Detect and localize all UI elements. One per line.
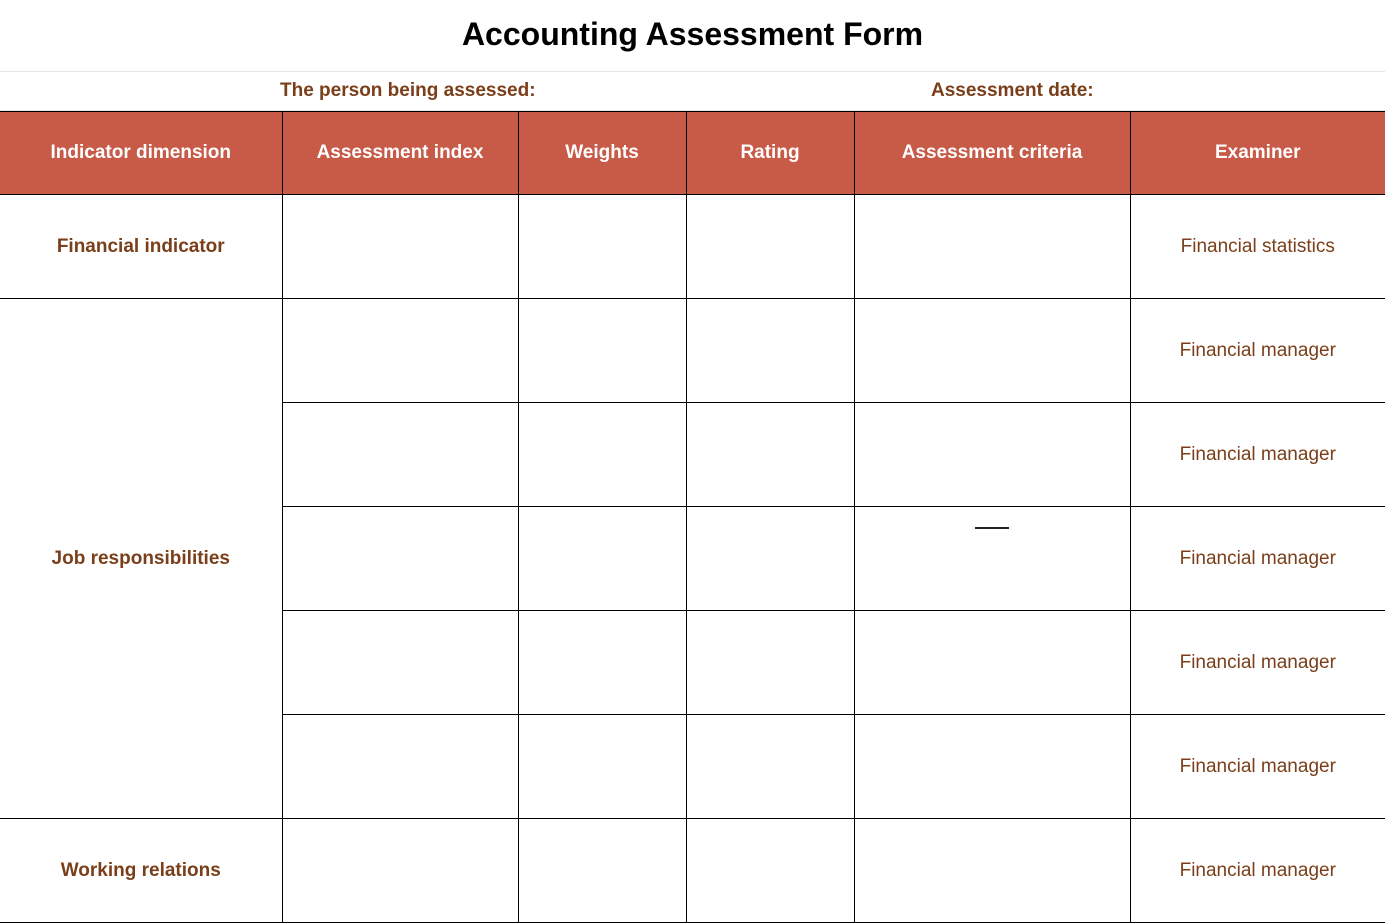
header-index: Assessment index (282, 112, 518, 195)
page-title: Accounting Assessment Form (0, 0, 1385, 71)
assessment-date-label: Assessment date: (831, 80, 1385, 102)
examiner-cell: Financial manager (1130, 507, 1385, 611)
dimension-cell: Working relations (0, 819, 282, 923)
header-criteria: Assessment criteria (854, 112, 1130, 195)
index-cell (282, 715, 518, 819)
rating-cell (686, 715, 854, 819)
rating-cell (686, 299, 854, 403)
index-cell (282, 819, 518, 923)
dash-icon (975, 527, 1009, 529)
index-cell (282, 299, 518, 403)
table-row: Working relations Financial manager (0, 819, 1385, 923)
criteria-cell (854, 299, 1130, 403)
header-dimension: Indicator dimension (0, 112, 282, 195)
index-cell (282, 611, 518, 715)
rating-cell (686, 403, 854, 507)
rating-cell (686, 195, 854, 299)
examiner-cell: Financial manager (1130, 715, 1385, 819)
examiner-cell: Financial manager (1130, 819, 1385, 923)
index-cell (282, 195, 518, 299)
assessed-person-label: The person being assessed: (0, 80, 831, 102)
header-examiner: Examiner (1130, 112, 1385, 195)
weights-cell (518, 819, 686, 923)
dimension-cell: Job responsibilities (0, 299, 282, 819)
criteria-cell (854, 507, 1130, 611)
examiner-cell: Financial manager (1130, 299, 1385, 403)
criteria-cell (854, 403, 1130, 507)
weights-cell (518, 507, 686, 611)
table-row: Financial indicator Financial statistics (0, 195, 1385, 299)
header-weights: Weights (518, 112, 686, 195)
dimension-cell: Financial indicator (0, 195, 282, 299)
examiner-cell: Financial manager (1130, 403, 1385, 507)
criteria-cell (854, 715, 1130, 819)
weights-cell (518, 403, 686, 507)
criteria-cell (854, 611, 1130, 715)
examiner-cell: Financial statistics (1130, 195, 1385, 299)
weights-cell (518, 715, 686, 819)
weights-cell (518, 611, 686, 715)
index-cell (282, 507, 518, 611)
weights-cell (518, 195, 686, 299)
rating-cell (686, 507, 854, 611)
examiner-cell: Financial manager (1130, 611, 1385, 715)
rating-cell (686, 819, 854, 923)
meta-row: The person being assessed: Assessment da… (0, 71, 1385, 111)
table-row: Job responsibilitiesFinancial manager (0, 299, 1385, 403)
weights-cell (518, 299, 686, 403)
index-cell (282, 403, 518, 507)
criteria-cell (854, 195, 1130, 299)
criteria-cell (854, 819, 1130, 923)
rating-cell (686, 611, 854, 715)
assessment-table: Indicator dimension Assessment index Wei… (0, 111, 1385, 923)
header-rating: Rating (686, 112, 854, 195)
